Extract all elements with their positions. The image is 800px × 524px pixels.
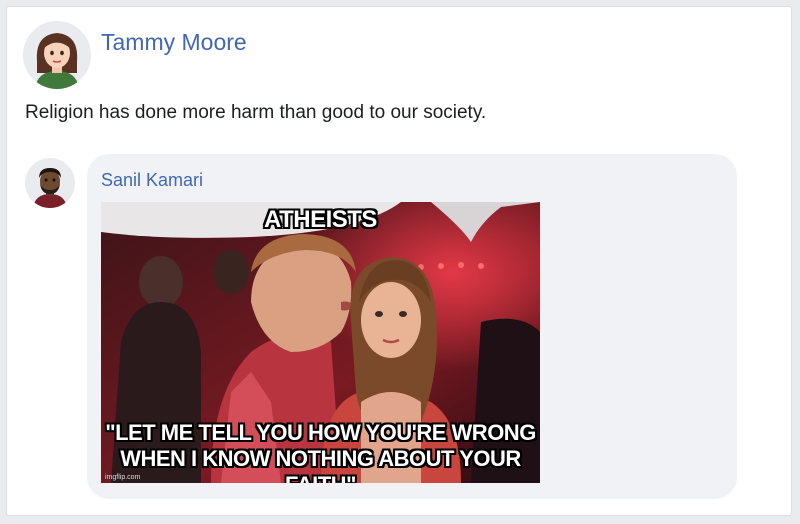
post-author-name[interactable]: Tammy Moore <box>101 29 247 56</box>
post-text: Religion has done more harm than good to… <box>25 102 487 123</box>
meme-top-caption: ATHEISTS <box>264 206 377 233</box>
comment-bubble: Sanil Kamari ATHEISTS "LET ME TELL YOU H… <box>87 154 737 499</box>
meme-watermark: imgflip.com <box>105 474 141 481</box>
meme-image[interactable]: ATHEISTS "LET ME TELL YOU HOW YOU'RE WRO… <box>101 202 540 483</box>
female-avatar-icon[interactable] <box>23 21 91 89</box>
meme-bottom-caption-line2: WHEN I KNOW NOTHING ABOUT YOUR FAITH" <box>120 446 521 483</box>
post-card: Tammy Moore Religion has done more harm … <box>6 6 792 516</box>
meme-bottom-caption-line1: "LET ME TELL YOU HOW YOU'RE WRONG <box>105 420 536 445</box>
male-avatar-icon[interactable] <box>25 158 75 208</box>
comment-author-name[interactable]: Sanil Kamari <box>101 170 203 191</box>
